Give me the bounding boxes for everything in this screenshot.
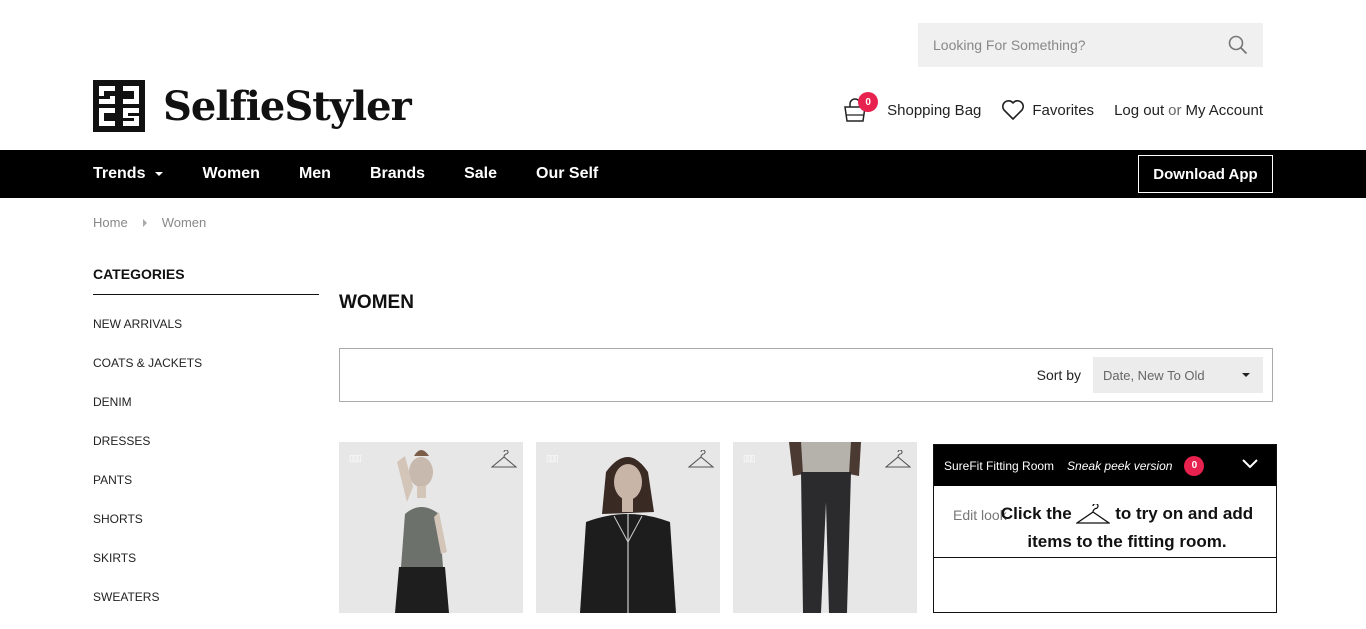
category-denim[interactable]: DENIM xyxy=(93,395,319,434)
my-account-link[interactable]: My Account xyxy=(1185,102,1263,119)
hanger-icon[interactable] xyxy=(688,450,714,470)
hanger-icon xyxy=(1076,503,1111,524)
shopping-bag-icon: 0 xyxy=(842,92,879,123)
breadcrumb: Home Women xyxy=(93,215,206,230)
bag-count-badge: 0 xyxy=(858,92,879,112)
fitting-room-title: SureFit Fitting Room xyxy=(944,458,1055,473)
breadcrumb-current: Women xyxy=(161,215,207,230)
sort-label: Sort by xyxy=(1036,367,1081,383)
fitting-room-body: Edit look Click the to try on and add it… xyxy=(934,486,1276,558)
fitting-room-count-badge: 0 xyxy=(1184,455,1205,476)
main-nav: Trends Women Men Brands Sale Our Self Do… xyxy=(0,150,1366,198)
site-header: SelfieStyler 0 Shopping Bag Favorites Lo… xyxy=(0,0,1366,150)
search-bar xyxy=(918,23,1263,67)
nav-item-trends[interactable]: Trends xyxy=(93,165,164,183)
category-pants[interactable]: PANTS xyxy=(93,473,319,512)
chevron-down-icon[interactable] xyxy=(1242,458,1258,470)
user-nav: 0 Shopping Bag Favorites Log out or My A… xyxy=(842,92,1263,123)
breadcrumb-home[interactable]: Home xyxy=(93,215,128,230)
product-card[interactable]: ▯▯▯ xyxy=(536,442,720,613)
category-sweaters[interactable]: SWEATERS xyxy=(93,590,319,629)
category-dresses[interactable]: DRESSES xyxy=(93,434,319,473)
nav-trends-label: Trends xyxy=(93,165,146,182)
category-new-arrivals[interactable]: NEW ARRIVALS xyxy=(93,317,319,356)
category-list: NEW ARRIVALS COATS & JACKETS DENIM DRESS… xyxy=(93,317,319,629)
sort-select[interactable]: Date, New To Old xyxy=(1093,357,1263,393)
nav-item-our-self[interactable]: Our Self xyxy=(536,165,598,183)
nav-item-brands[interactable]: Brands xyxy=(370,165,425,183)
logo-mark-icon xyxy=(93,80,145,132)
or-separator: or xyxy=(1168,101,1182,119)
page-title: WOMEN xyxy=(339,292,414,313)
chevron-right-icon xyxy=(142,218,147,227)
search-input[interactable] xyxy=(933,37,1228,53)
category-coats-jackets[interactable]: COATS & JACKETS xyxy=(93,356,319,395)
fitting-room-panel: SureFit Fitting Room Sneak peek version … xyxy=(933,444,1277,613)
logout-link[interactable]: Log out xyxy=(1114,102,1164,119)
fitting-room-subtitle: Sneak peek version xyxy=(1067,458,1173,473)
favorites-link[interactable]: Favorites xyxy=(981,99,1094,121)
caret-down-icon xyxy=(155,172,164,176)
heart-icon xyxy=(1002,100,1025,120)
hanger-icon[interactable] xyxy=(885,450,911,470)
favorites-label: Favorites xyxy=(1032,101,1095,119)
dropdown-arrow-icon xyxy=(1242,373,1250,377)
fitting-room-message: Click the to try on and add items to the… xyxy=(982,500,1272,556)
brand-name: SelfieStyler xyxy=(163,82,412,130)
category-skirts[interactable]: SKIRTS xyxy=(93,551,319,590)
sort-selected-value: Date, New To Old xyxy=(1103,367,1205,383)
product-tag: ▯▯▯ xyxy=(349,453,362,463)
category-shorts[interactable]: SHORTS xyxy=(93,512,319,551)
shopping-bag-link[interactable]: 0 Shopping Bag xyxy=(842,92,982,123)
nav-item-sale[interactable]: Sale xyxy=(464,165,497,183)
product-tag: ▯▯▯ xyxy=(743,453,756,463)
shopping-bag-label: Shopping Bag xyxy=(887,101,982,119)
categories-heading: CATEGORIES xyxy=(93,266,319,295)
category-sidebar: CATEGORIES NEW ARRIVALS COATS & JACKETS … xyxy=(93,266,319,629)
account-links: Log out or My Account xyxy=(1114,102,1263,119)
product-card[interactable]: ▯▯▯ xyxy=(733,442,917,613)
fitting-room-header[interactable]: SureFit Fitting Room Sneak peek version … xyxy=(934,445,1276,486)
product-tag: ▯▯▯ xyxy=(546,453,559,463)
sort-toolbar: Sort by Date, New To Old xyxy=(339,348,1273,402)
nav-item-men[interactable]: Men xyxy=(299,165,331,183)
fitting-message-part1: Click the xyxy=(1000,504,1072,523)
brand-logo[interactable]: SelfieStyler xyxy=(93,80,412,132)
product-card[interactable]: ▯▯▯ xyxy=(339,442,523,613)
nav-item-women[interactable]: Women xyxy=(202,165,259,183)
download-app-button[interactable]: Download App xyxy=(1138,155,1273,193)
search-icon[interactable] xyxy=(1228,35,1248,55)
hanger-icon[interactable] xyxy=(491,450,517,470)
